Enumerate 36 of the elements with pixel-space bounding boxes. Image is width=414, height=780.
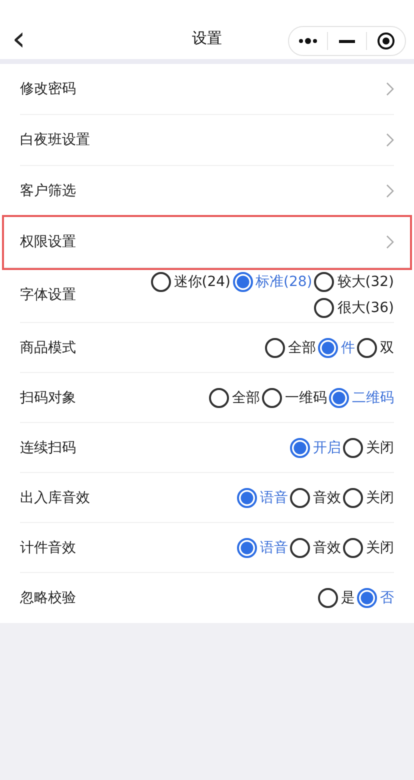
- radio-option[interactable]: 音效: [290, 538, 341, 558]
- radio-option[interactable]: 全部: [209, 388, 260, 408]
- settings-link[interactable]: 客户筛选: [20, 166, 394, 217]
- radio-option[interactable]: 开启: [290, 438, 341, 458]
- settings-link[interactable]: 权限设置: [4, 217, 410, 268]
- chevron-icon: [386, 235, 394, 249]
- chevron-icon: [386, 133, 394, 147]
- radio-option[interactable]: 二维码: [329, 388, 394, 408]
- setting-label: 字体设置: [20, 286, 76, 304]
- settings-link[interactable]: 白夜班设置: [20, 115, 394, 166]
- radio-option[interactable]: 音效: [290, 488, 341, 508]
- settings-link[interactable]: 修改密码: [20, 64, 394, 115]
- radio-option[interactable]: 迷你(24): [150, 272, 230, 292]
- radio-option[interactable]: 标准(28): [232, 272, 312, 292]
- more-icon[interactable]: [298, 38, 318, 44]
- setting-label: 扫码对象: [20, 388, 76, 406]
- setting-label: 商品模式: [20, 338, 76, 356]
- setting-label: 连续扫码: [20, 438, 76, 456]
- radio-option[interactable]: 很大(36): [314, 298, 394, 318]
- radio-option[interactable]: 全部: [265, 338, 316, 358]
- radio-option[interactable]: 关闭: [343, 488, 394, 508]
- minimize-icon[interactable]: [339, 40, 355, 42]
- setting-label: 计件音效: [20, 538, 76, 556]
- radio-option[interactable]: 关闭: [343, 438, 394, 458]
- radio-option[interactable]: 关闭: [343, 538, 394, 558]
- radio-option[interactable]: 一维码: [262, 388, 327, 408]
- back-button[interactable]: ‹: [12, 22, 26, 56]
- radio-option[interactable]: 语音: [237, 538, 288, 558]
- close-icon[interactable]: [377, 32, 395, 50]
- page-title: 设置: [192, 29, 222, 48]
- radio-option[interactable]: 语音: [237, 488, 288, 508]
- chevron-icon: [386, 82, 394, 96]
- setting-label: 出入库音效: [20, 488, 90, 506]
- setting-label: 忽略校验: [20, 589, 76, 607]
- radio-option[interactable]: 较大(32): [314, 272, 394, 292]
- chevron-icon: [386, 184, 394, 198]
